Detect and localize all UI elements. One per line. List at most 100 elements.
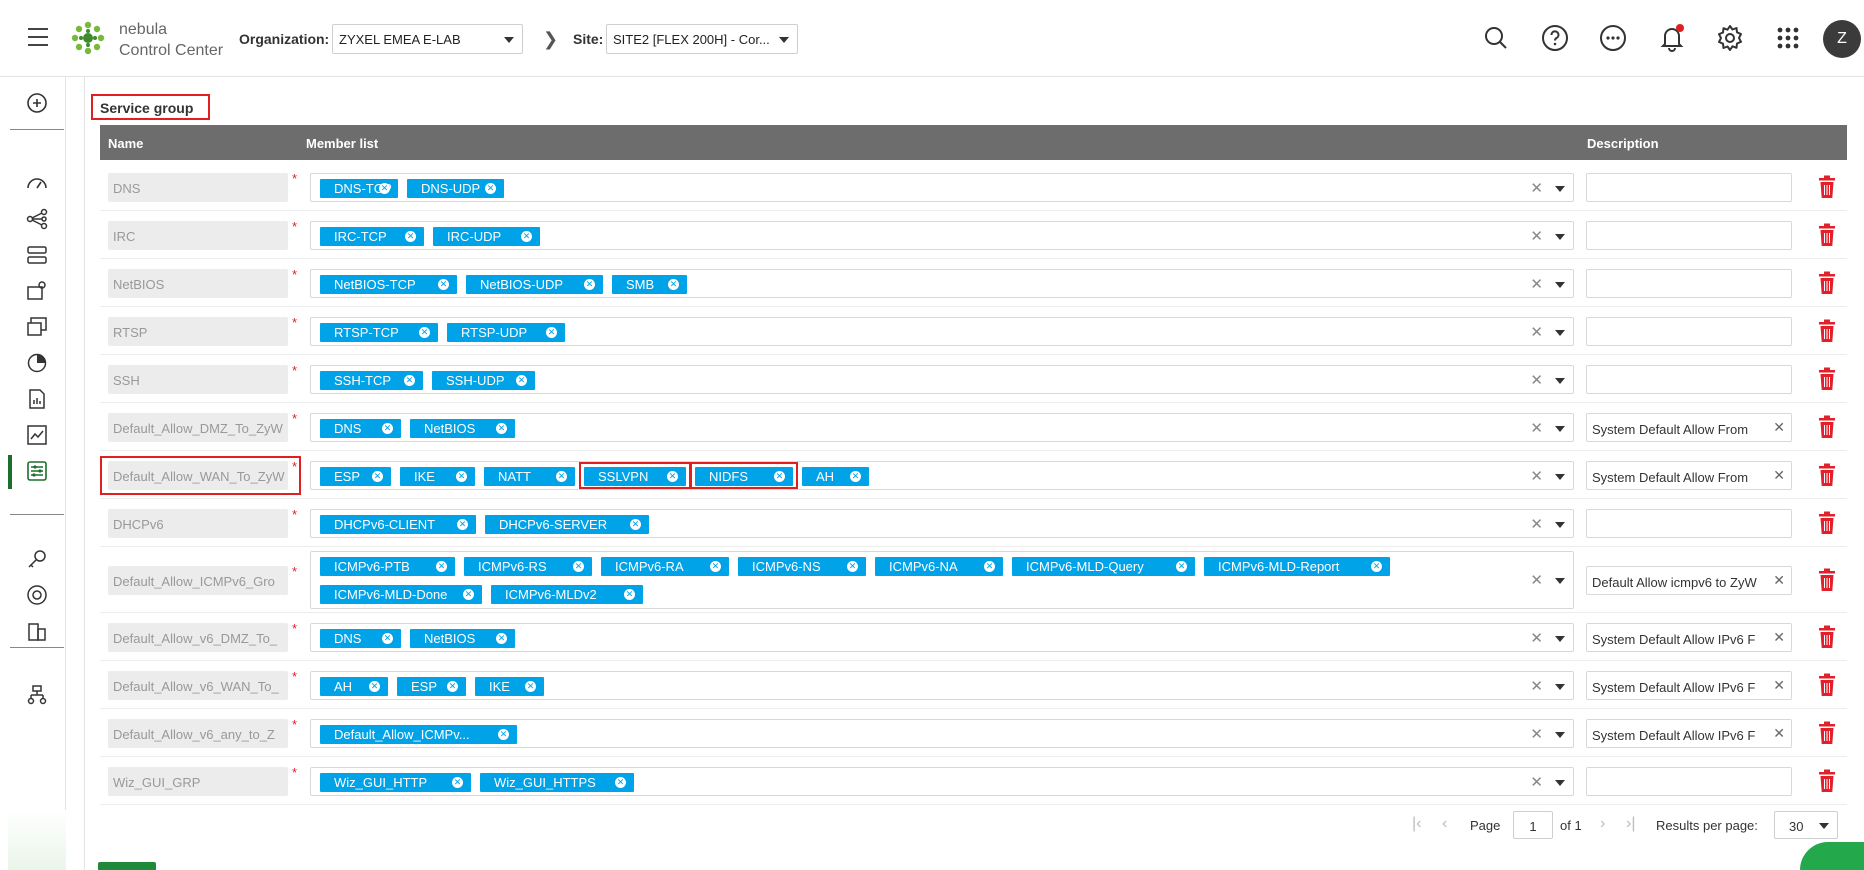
member-list-select[interactable]: NetBIOS-TCP ✕ NetBIOS-UDP ✕ SMB ✕ ✕ <box>310 269 1574 298</box>
remove-tag-icon[interactable]: ✕ <box>457 519 468 530</box>
clear-icon[interactable]: ✕ <box>1530 629 1543 647</box>
description-input[interactable] <box>1586 509 1792 538</box>
remove-tag-icon[interactable]: ✕ <box>624 589 635 600</box>
clear-icon[interactable]: ✕ <box>1773 467 1785 484</box>
delete-icon[interactable] <box>1816 319 1838 343</box>
member-list-select[interactable]: ICMPv6-PTB ✕ ICMPv6-RS ✕ ICMPv6-RA ✕ ICMPv6-NS… <box>310 551 1574 609</box>
results-per-page-select[interactable]: 30 <box>1774 811 1838 839</box>
first-page-icon[interactable]: |‹ <box>1412 815 1421 833</box>
clear-icon[interactable]: ✕ <box>1530 467 1543 485</box>
remove-tag-icon[interactable]: ✕ <box>630 519 641 530</box>
member-list-select[interactable]: IRC-TCP ✕ IRC-UDP ✕ ✕ <box>310 221 1574 250</box>
clear-icon[interactable]: ✕ <box>1773 419 1785 436</box>
remove-tag-icon[interactable]: ✕ <box>372 471 383 482</box>
remove-tag-icon[interactable]: ✕ <box>379 183 390 194</box>
clear-icon[interactable]: ✕ <box>1530 677 1543 695</box>
group-name-input[interactable]: Default_Allow_v6_any_to_Z <box>108 719 288 748</box>
remove-tag-icon[interactable]: ✕ <box>382 633 393 644</box>
site-select[interactable]: SITE2 [FLEX 200H] - Cor... <box>606 24 798 54</box>
remove-tag-icon[interactable]: ✕ <box>521 231 532 242</box>
save-button[interactable] <box>98 862 156 870</box>
support-icon[interactable] <box>25 583 49 607</box>
delete-icon[interactable] <box>1816 415 1838 439</box>
chevron-down-icon[interactable] <box>1555 282 1565 288</box>
remove-tag-icon[interactable]: ✕ <box>847 561 858 572</box>
member-tag[interactable]: AH ✕ <box>802 467 869 486</box>
notification-icon[interactable] <box>1656 22 1688 54</box>
group-name-input[interactable]: Default_Allow_ICMPv6_Gro <box>108 566 288 595</box>
remove-tag-icon[interactable]: ✕ <box>573 561 584 572</box>
more-icon[interactable] <box>1597 22 1629 54</box>
member-tag[interactable]: NetBIOS ✕ <box>410 419 515 438</box>
menu-icon[interactable] <box>28 28 48 46</box>
chevron-down-icon[interactable] <box>1555 186 1565 192</box>
description-input[interactable] <box>1586 269 1792 298</box>
clear-icon[interactable]: ✕ <box>1530 515 1543 533</box>
member-tag[interactable]: ICMPv6-MLD-Query ✕ <box>1012 557 1195 576</box>
member-tag[interactable]: DNS ✕ <box>320 419 401 438</box>
chevron-down-icon[interactable] <box>1555 378 1565 384</box>
member-tag[interactable]: ICMPv6-PTB ✕ <box>320 557 455 576</box>
member-tag[interactable]: IKE ✕ <box>475 677 544 696</box>
member-tag[interactable]: ICMPv6-RS ✕ <box>464 557 592 576</box>
description-input[interactable] <box>1586 173 1792 202</box>
group-name-input[interactable]: NetBIOS <box>108 269 288 298</box>
member-tag[interactable]: DNS-TCP ✕ <box>320 179 398 198</box>
clear-icon[interactable]: ✕ <box>1773 629 1785 646</box>
member-tag[interactable]: Default_Allow_ICMPv... ✕ <box>320 725 517 744</box>
description-input[interactable]: System Default Allow IPv6 F ✕ <box>1586 623 1792 652</box>
group-name-input[interactable]: IRC <box>108 221 288 250</box>
clear-icon[interactable]: ✕ <box>1530 725 1543 743</box>
member-tag[interactable]: ICMPv6-NA ✕ <box>875 557 1003 576</box>
member-list-select[interactable]: DNS-TCP ✕ DNS-UDP ✕ ✕ <box>310 173 1574 202</box>
clear-icon[interactable]: ✕ <box>1773 725 1785 742</box>
member-tag[interactable]: ESP ✕ <box>320 467 391 486</box>
member-list-select[interactable]: AH ✕ ESP ✕ IKE ✕ ✕ <box>310 671 1574 700</box>
configure-icon[interactable] <box>25 459 49 483</box>
site-tree-icon[interactable] <box>25 683 49 707</box>
avatar[interactable]: Z <box>1823 20 1861 58</box>
remove-tag-icon[interactable]: ✕ <box>496 633 507 644</box>
member-list-select[interactable]: Default_Allow_ICMPv... ✕ ✕ <box>310 719 1574 748</box>
member-tag[interactable]: DHCPv6-CLIENT ✕ <box>320 515 476 534</box>
topology-icon[interactable] <box>25 207 49 231</box>
group-name-input[interactable]: Default_Allow_v6_DMZ_To_ <box>108 623 288 652</box>
settings-icon[interactable] <box>1714 22 1746 54</box>
chevron-down-icon[interactable] <box>1555 578 1565 584</box>
clients-icon[interactable] <box>25 279 49 303</box>
member-tag[interactable]: IRC-TCP ✕ <box>320 227 424 246</box>
last-page-icon[interactable]: ›| <box>1626 815 1635 833</box>
remove-tag-icon[interactable]: ✕ <box>546 327 557 338</box>
remove-tag-icon[interactable]: ✕ <box>1176 561 1187 572</box>
member-tag[interactable]: ESP ✕ <box>397 677 466 696</box>
description-input[interactable]: System Default Allow From ✕ <box>1586 461 1792 490</box>
group-name-input[interactable]: SSH <box>108 365 288 394</box>
remove-tag-icon[interactable]: ✕ <box>438 279 449 290</box>
clear-icon[interactable]: ✕ <box>1530 371 1543 389</box>
apps-grid-icon[interactable] <box>1772 22 1804 54</box>
chevron-down-icon[interactable] <box>1555 522 1565 528</box>
trend-icon[interactable] <box>25 423 49 447</box>
member-list-select[interactable]: DNS ✕ NetBIOS ✕ ✕ <box>310 413 1574 442</box>
description-input[interactable]: Default Allow icmpv6 to ZyW ✕ <box>1586 566 1792 595</box>
remove-tag-icon[interactable]: ✕ <box>419 327 430 338</box>
remove-tag-icon[interactable]: ✕ <box>850 471 861 482</box>
delete-icon[interactable] <box>1816 511 1838 535</box>
remove-tag-icon[interactable]: ✕ <box>498 729 509 740</box>
group-name-input[interactable]: Default_Allow_DMZ_To_ZyW <box>108 413 288 442</box>
remove-tag-icon[interactable]: ✕ <box>984 561 995 572</box>
delete-icon[interactable] <box>1816 673 1838 697</box>
chevron-down-icon[interactable] <box>1555 474 1565 480</box>
clear-icon[interactable]: ✕ <box>1530 323 1543 341</box>
clear-icon[interactable]: ✕ <box>1530 773 1543 791</box>
delete-icon[interactable] <box>1816 271 1838 295</box>
member-tag[interactable]: IKE ✕ <box>400 467 475 486</box>
member-tag[interactable]: Wiz_GUI_HTTP ✕ <box>320 773 471 792</box>
delete-icon[interactable] <box>1816 175 1838 199</box>
member-tag[interactable]: DHCPv6-SERVER ✕ <box>485 515 649 534</box>
remove-tag-icon[interactable]: ✕ <box>447 681 458 692</box>
license-icon[interactable] <box>25 547 49 571</box>
description-input[interactable] <box>1586 317 1792 346</box>
delete-icon[interactable] <box>1816 463 1838 487</box>
chevron-down-icon[interactable] <box>1555 636 1565 642</box>
